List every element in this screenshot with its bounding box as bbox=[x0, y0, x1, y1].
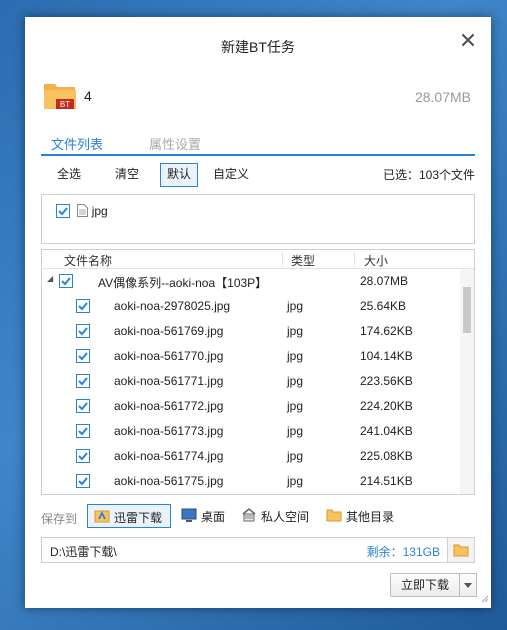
scrollbar-thumb[interactable] bbox=[463, 287, 471, 333]
table-row[interactable]: aoki-noa-561769.jpg jpg 174.62KB bbox=[42, 319, 460, 344]
file-size: 104.14KB bbox=[360, 349, 413, 363]
default-button[interactable]: 默认 bbox=[160, 163, 199, 187]
file-list: 文件名称 类型 大小 ◢ AV偶像系列--aoki-noa【103P】 28.0… bbox=[41, 249, 475, 495]
row-checkbox[interactable] bbox=[76, 474, 90, 488]
column-header-type[interactable]: 类型 bbox=[291, 252, 315, 269]
clear-button[interactable]: 清空 bbox=[109, 163, 145, 185]
table-row[interactable]: aoki-noa-561773.jpg jpg 241.04KB bbox=[42, 419, 460, 444]
column-header-size[interactable]: 大小 bbox=[364, 252, 388, 269]
file-type: jpg bbox=[287, 399, 304, 413]
row-checkbox[interactable] bbox=[76, 299, 90, 313]
row-checkbox[interactable] bbox=[76, 424, 90, 438]
location-label: 私人空间 bbox=[261, 510, 310, 524]
file-type: jpg bbox=[287, 349, 304, 363]
desktop-icon bbox=[181, 507, 197, 523]
table-row[interactable]: aoki-noa-561774.jpg jpg 225.08KB bbox=[42, 444, 460, 469]
folder-checkbox[interactable] bbox=[59, 274, 73, 288]
file-type: jpg bbox=[287, 374, 304, 388]
file-size: 241.04KB bbox=[360, 424, 413, 438]
resize-grip-icon[interactable] bbox=[479, 592, 489, 606]
download-options-dropdown[interactable] bbox=[459, 573, 477, 597]
table-row[interactable]: aoki-noa-561770.jpg jpg 104.14KB bbox=[42, 344, 460, 369]
location-desktop-button[interactable]: 桌面 bbox=[175, 504, 233, 526]
close-icon[interactable] bbox=[459, 31, 477, 49]
file-name: aoki-noa-561773.jpg bbox=[114, 424, 224, 438]
free-space: 剩余：131GB bbox=[366, 545, 440, 559]
row-checkbox[interactable] bbox=[76, 374, 90, 388]
new-bt-task-dialog: 新建BT任务 BT 4 28.07MB 文件列表 属性设置 全选 清空 默认 自… bbox=[25, 17, 491, 608]
torrent-total-size: 28.07MB bbox=[414, 89, 471, 105]
file-size: 223.56KB bbox=[360, 374, 413, 388]
row-checkbox[interactable] bbox=[76, 399, 90, 413]
location-label: 其他目录 bbox=[346, 510, 395, 524]
filter-checkbox[interactable] bbox=[56, 203, 70, 218]
file-name: aoki-noa-561774.jpg bbox=[114, 449, 224, 463]
location-label: 迅雷下载 bbox=[114, 511, 163, 525]
download-now-button[interactable]: 立即下载 bbox=[390, 573, 460, 597]
select-all-button[interactable]: 全选 bbox=[51, 163, 87, 185]
svg-text:BT: BT bbox=[60, 100, 70, 109]
table-row[interactable]: aoki-noa-561771.jpg jpg 223.56KB bbox=[42, 369, 460, 394]
file-size: 25.64KB bbox=[360, 299, 407, 313]
table-row[interactable]: aoki-noa-561772.jpg jpg 224.20KB bbox=[42, 394, 460, 419]
tab-file-list[interactable]: 文件列表 bbox=[41, 134, 113, 153]
file-list-header: 文件名称 类型 大小 bbox=[42, 250, 474, 269]
file-type: jpg bbox=[287, 299, 304, 313]
save-location-bar: 保存到 迅雷下载 桌面 私人空间 其他目录 bbox=[41, 504, 475, 528]
location-other-folder-button[interactable]: 其他目录 bbox=[320, 504, 402, 526]
save-path-value[interactable]: D:\迅雷下载\ bbox=[50, 543, 117, 560]
file-size: 224.20KB bbox=[360, 399, 413, 413]
column-header-name[interactable]: 文件名称 bbox=[64, 252, 112, 269]
selected-count: 已选：103个文件 bbox=[382, 168, 475, 182]
custom-button[interactable]: 自定义 bbox=[207, 163, 255, 185]
row-checkbox[interactable] bbox=[76, 324, 90, 338]
column-divider bbox=[354, 252, 355, 266]
file-name: aoki-noa-561771.jpg bbox=[114, 374, 224, 388]
bt-folder-icon: BT bbox=[43, 80, 77, 110]
expand-triangle-icon[interactable]: ◢ bbox=[47, 274, 53, 283]
xunlei-folder-icon bbox=[94, 508, 110, 524]
save-to-label: 保存到 bbox=[41, 512, 78, 526]
file-name: aoki-noa-561775.jpg bbox=[114, 474, 224, 488]
file-icon bbox=[77, 204, 89, 218]
chevron-down-icon bbox=[464, 583, 472, 588]
location-private-space-button[interactable]: 私人空间 bbox=[235, 504, 317, 526]
filter-item-jpg[interactable]: jpg bbox=[56, 203, 108, 219]
folder-icon bbox=[453, 544, 469, 557]
browse-folder-button[interactable] bbox=[447, 538, 474, 562]
file-name: aoki-noa-561770.jpg bbox=[114, 349, 224, 363]
file-size: 174.62KB bbox=[360, 324, 413, 338]
file-size: 214.51KB bbox=[360, 474, 413, 488]
folder-name: AV偶像系列--aoki-noa【103P】 bbox=[98, 276, 268, 290]
selection-toolbar: 全选 清空 默认 自定义 已选：103个文件 bbox=[41, 162, 475, 187]
tab-bar: 文件列表 属性设置 bbox=[41, 134, 475, 156]
file-type: jpg bbox=[287, 324, 304, 338]
torrent-name: 4 bbox=[84, 88, 92, 104]
file-name: aoki-noa-2978025.jpg bbox=[114, 299, 231, 313]
filter-label: jpg bbox=[91, 203, 108, 218]
file-type: jpg bbox=[287, 474, 304, 488]
file-list-scrollbar[interactable] bbox=[460, 269, 474, 494]
folder-icon bbox=[326, 507, 342, 523]
row-checkbox[interactable] bbox=[76, 349, 90, 363]
location-xunlei-download-button[interactable]: 迅雷下载 bbox=[87, 504, 171, 528]
file-type: jpg bbox=[287, 424, 304, 438]
table-row[interactable]: aoki-noa-2978025.jpg jpg 25.64KB bbox=[42, 294, 460, 319]
tab-properties[interactable]: 属性设置 bbox=[149, 134, 201, 153]
file-type: jpg bbox=[287, 449, 304, 463]
column-divider bbox=[282, 252, 283, 266]
file-size: 225.08KB bbox=[360, 449, 413, 463]
file-type-filter: jpg bbox=[41, 194, 475, 244]
dialog-title: 新建BT任务 bbox=[221, 39, 295, 55]
table-row[interactable]: aoki-noa-561775.jpg jpg 214.51KB bbox=[42, 469, 460, 494]
folder-size: 28.07MB bbox=[360, 274, 409, 288]
file-name: aoki-noa-561772.jpg bbox=[114, 399, 224, 413]
location-label: 桌面 bbox=[201, 510, 226, 524]
folder-row[interactable]: ◢ AV偶像系列--aoki-noa【103P】 28.07MB bbox=[42, 269, 460, 294]
save-path-field[interactable]: D:\迅雷下载\ 剩余：131GB bbox=[41, 537, 475, 563]
file-name: aoki-noa-561769.jpg bbox=[114, 324, 224, 338]
private-space-icon bbox=[241, 507, 257, 523]
row-checkbox[interactable] bbox=[76, 449, 90, 463]
